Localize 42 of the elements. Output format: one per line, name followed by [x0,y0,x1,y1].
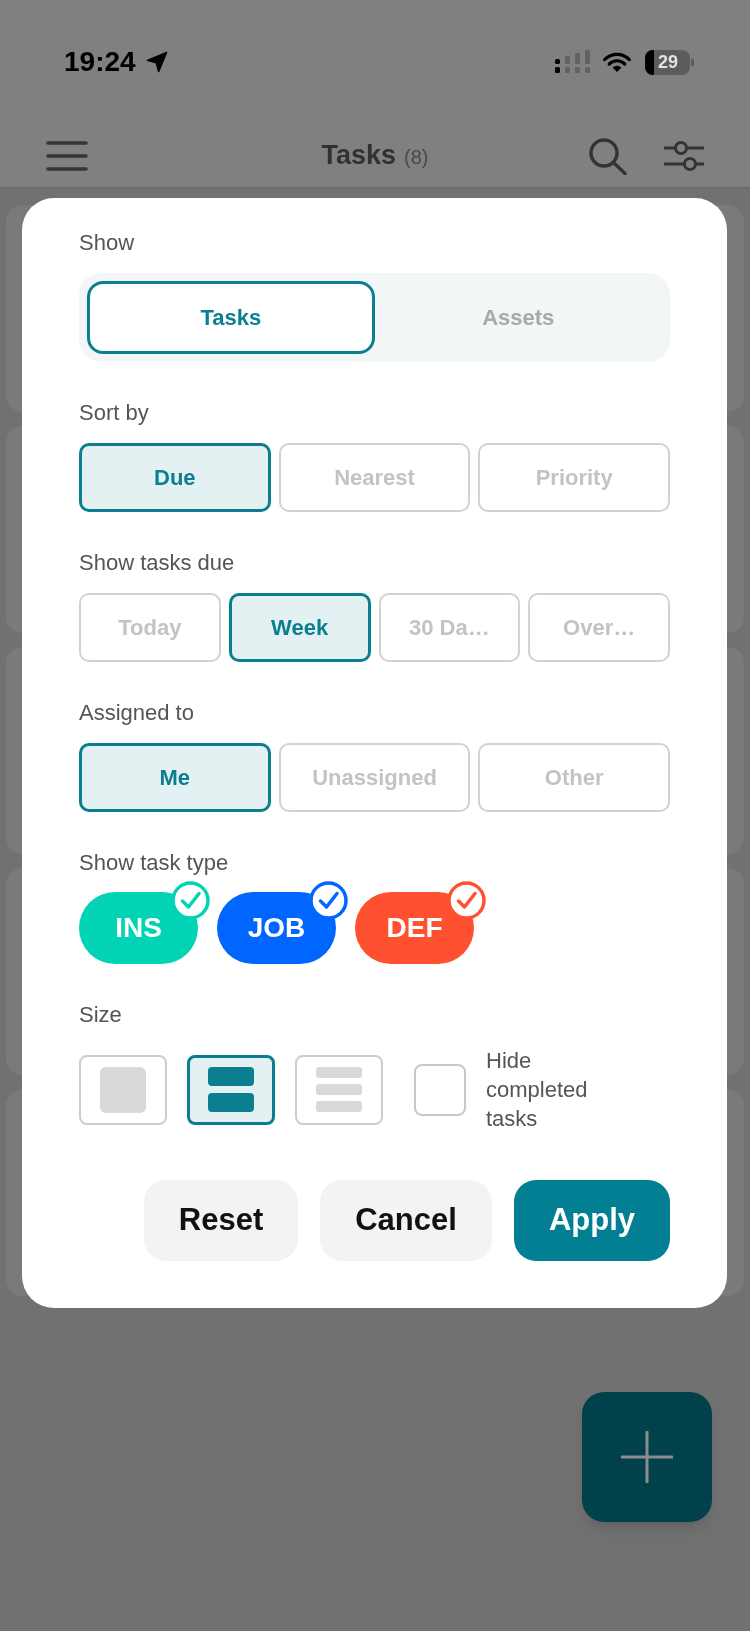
page-title: Tasks [321,139,397,173]
location-arrow-icon [145,51,168,73]
option-button[interactable]: Week [228,593,371,662]
task-type-chip[interactable]: INS [79,892,198,964]
option-button[interactable]: Nearest [278,443,471,512]
option-button[interactable]: Today [79,593,221,662]
action-button[interactable]: Reset [143,1180,299,1261]
section-label: Show tasks due [79,549,236,577]
section-label: Size [79,1001,123,1029]
search-icon[interactable] [588,136,628,175]
segment-tab[interactable]: Tasks [87,281,375,354]
three-bars-icon [316,1067,362,1112]
battery-icon [645,49,694,75]
apply-button[interactable]: Apply [513,1180,670,1261]
signal-icon [555,50,590,74]
task-type-chip[interactable]: JOB [217,892,336,964]
option-button[interactable]: Me [79,743,271,812]
action-button[interactable]: Cancel [320,1180,492,1261]
checkbox[interactable] [414,1063,466,1116]
segment-tab[interactable]: Assets [374,281,662,354]
checkbox-label: Hide completed tasks [486,1047,589,1133]
sliders-icon[interactable] [664,138,704,173]
menu-icon[interactable] [46,140,88,171]
wifi-icon [602,51,632,73]
option-button[interactable]: 30 Da… [378,593,521,662]
option-button[interactable]: Over… [528,593,670,662]
square-icon [100,1066,146,1113]
clock-time: 19:24 [64,48,136,76]
option-button[interactable]: Other [478,743,670,812]
battery-percentage: 29 [658,52,679,72]
size-option[interactable] [187,1054,275,1125]
task-type-chip[interactable]: DEF [355,892,474,964]
section-label: Sort by [79,399,150,427]
section-label: Show task type [79,849,230,877]
option-button[interactable]: Due [79,443,271,512]
two-bars-icon [208,1067,254,1112]
section-label: Assigned to [79,699,195,727]
plus-icon [621,1431,673,1483]
option-button[interactable]: Unassigned [278,743,471,812]
add-button[interactable] [582,1392,712,1522]
section-label: Show [79,229,136,257]
option-button[interactable]: Priority [478,443,670,512]
